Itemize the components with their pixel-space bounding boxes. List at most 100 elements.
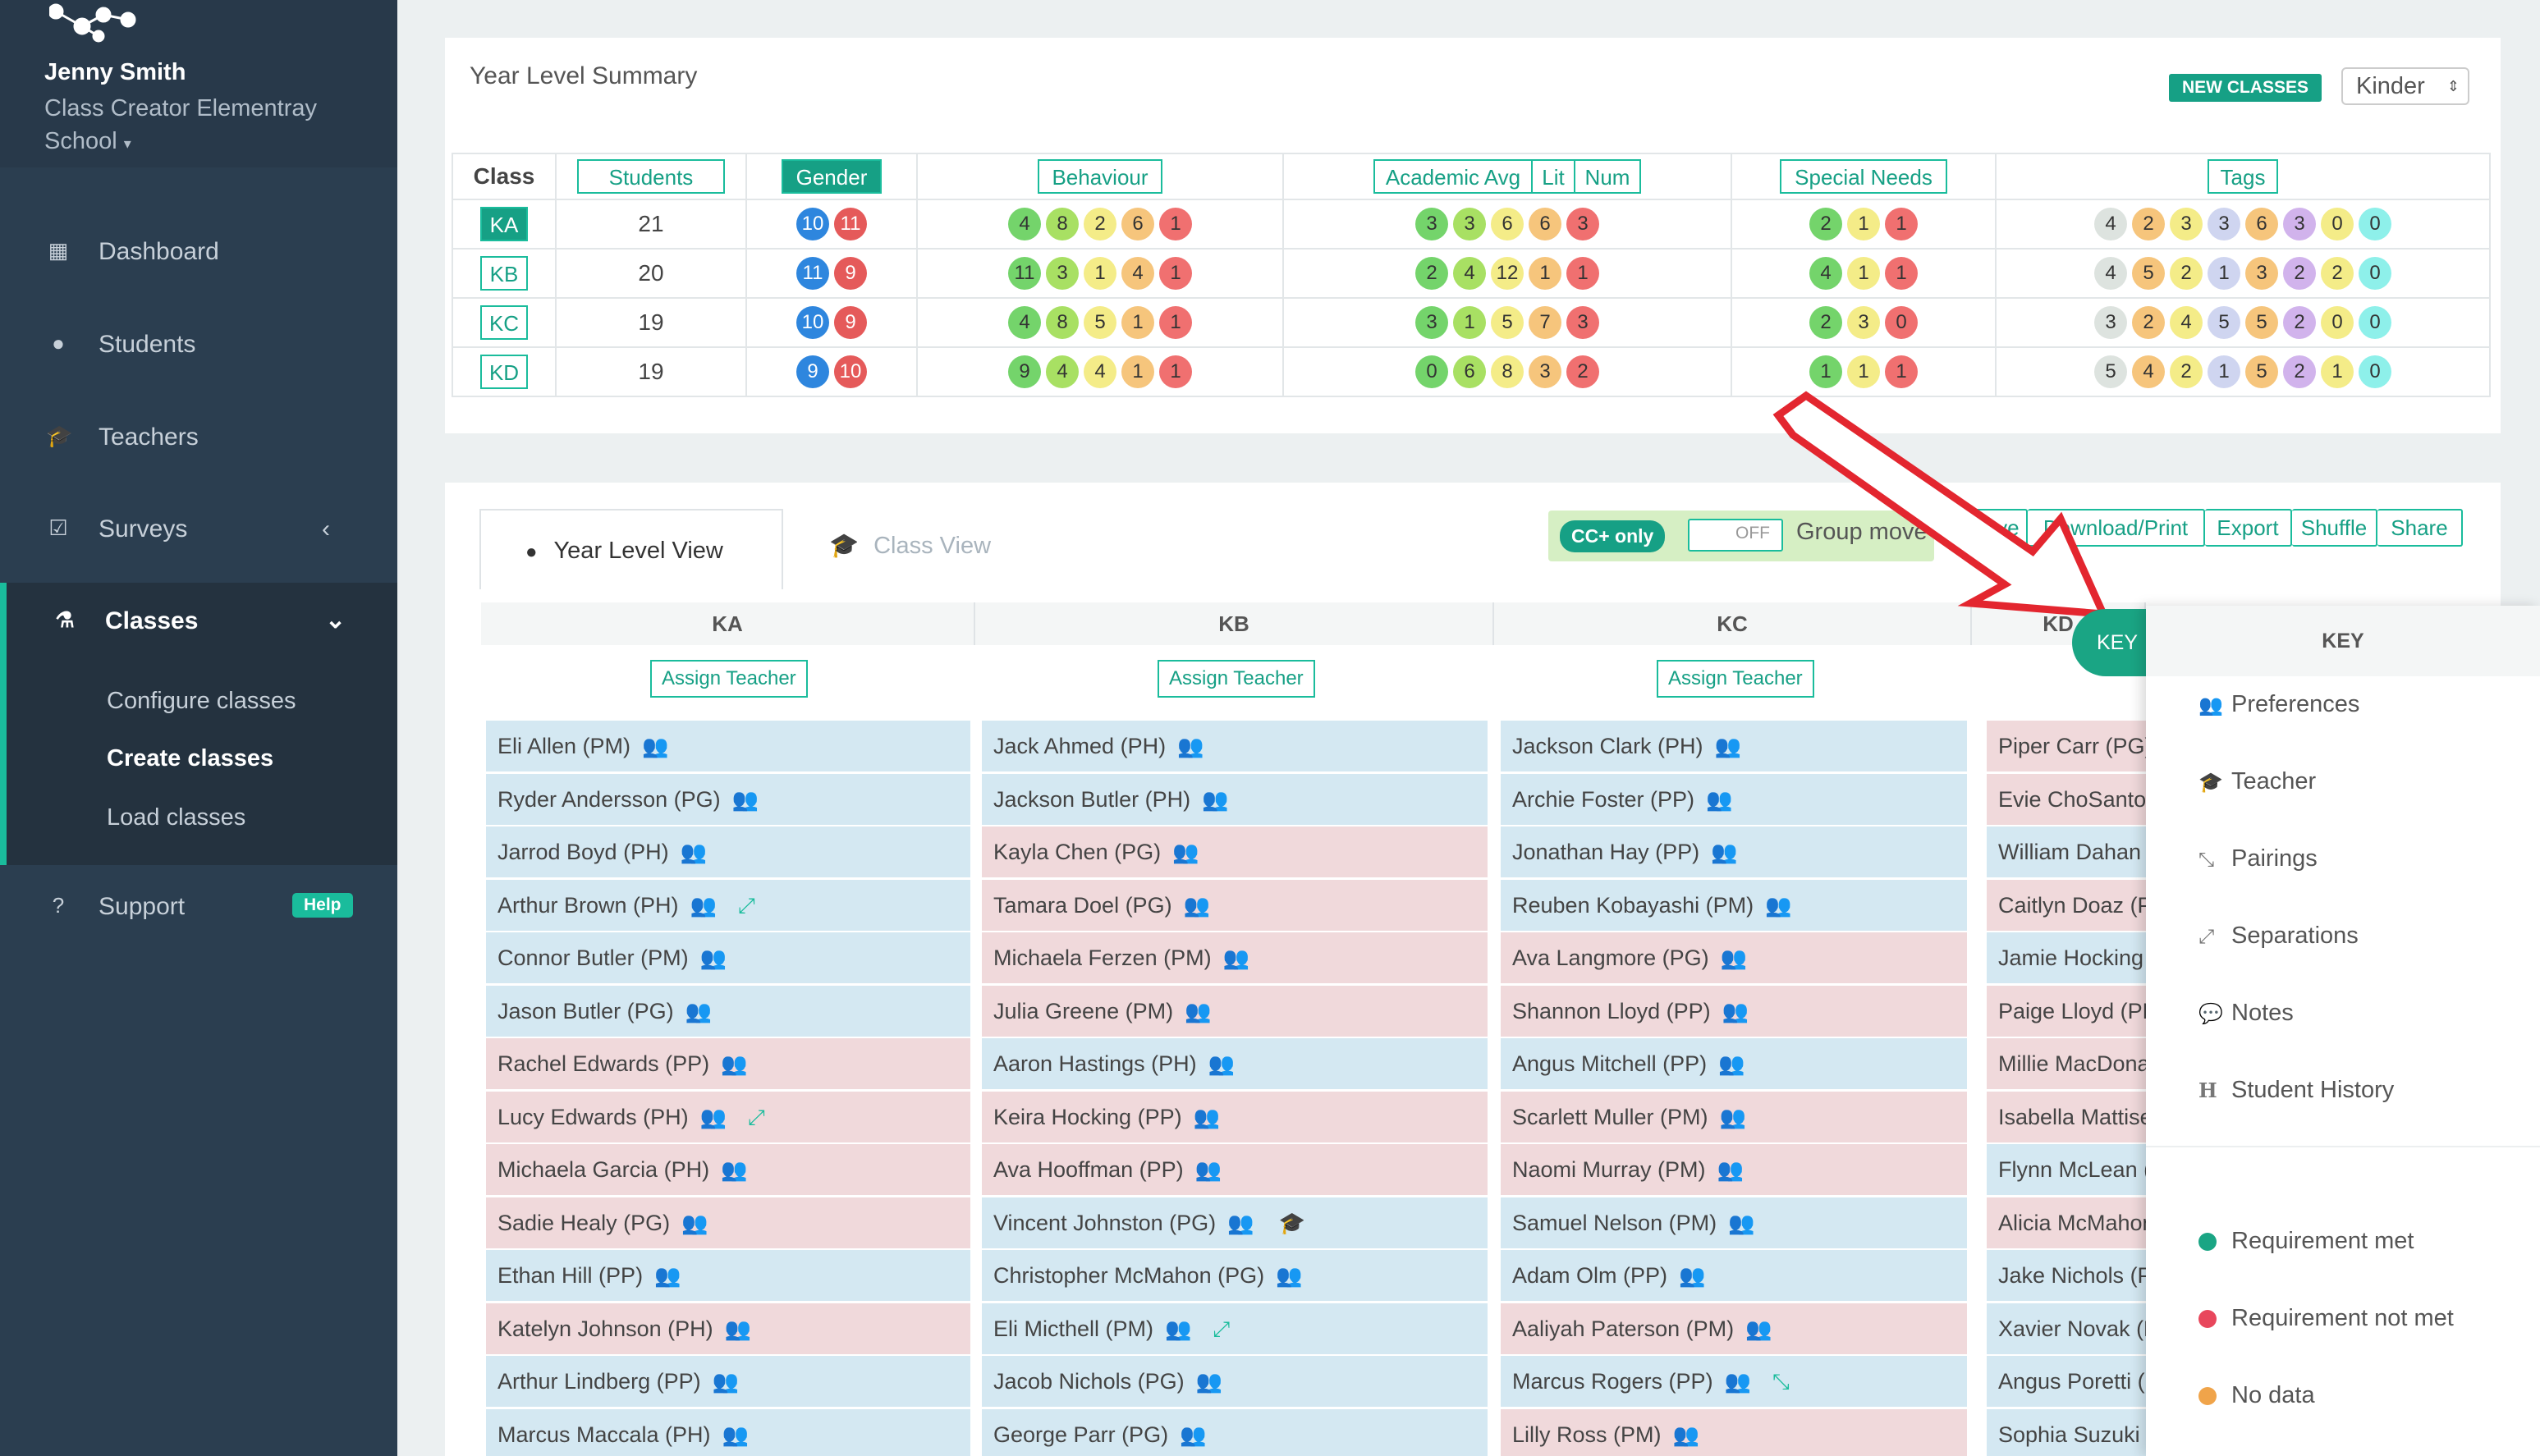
nav-surveys[interactable]: ☑ Surveys ‹ — [0, 515, 397, 556]
preferences-icon[interactable]: 👥 — [1673, 1422, 1699, 1447]
student-card[interactable]: Aaron Hastings (PH) 👥 — [982, 1038, 1488, 1089]
assign-teacher-button-kc[interactable]: Assign Teacher — [1657, 660, 1814, 698]
student-card[interactable]: Jonathan Hay (PP) 👥 — [1501, 826, 1967, 877]
preferences-icon[interactable]: 👥 — [700, 1105, 727, 1129]
share-button[interactable]: Share — [2377, 509, 2463, 547]
student-card[interactable]: Jacob Nichols (PG) 👥 — [982, 1356, 1488, 1407]
student-card[interactable]: Paige Lloyd (PH) — [1987, 985, 2146, 1037]
student-card[interactable]: Marcus Maccala (PH) 👥 — [486, 1408, 970, 1456]
student-card[interactable]: Adam Olm (PP) 👥 — [1501, 1250, 1967, 1301]
student-card[interactable]: Aaliyah Paterson (PM) 👥 — [1501, 1303, 1967, 1354]
student-card[interactable]: Sadie Healy (PG) 👥 — [486, 1197, 970, 1248]
student-card[interactable]: Naomi Murray (PM) 👥 — [1501, 1144, 1967, 1195]
student-card[interactable]: Jason Butler (PG) 👥 — [486, 985, 970, 1037]
preferences-icon[interactable]: 👥 — [1721, 945, 1747, 970]
header-gender-button[interactable]: Gender — [782, 159, 882, 194]
student-card[interactable]: Jackson Butler (PH) 👥 — [982, 773, 1488, 825]
header-num-button[interactable]: Num — [1575, 159, 1641, 194]
student-card[interactable]: Flynn McLean (P — [1987, 1144, 2146, 1195]
student-card[interactable]: Xavier Novak (PI — [1987, 1303, 2146, 1354]
preferences-icon[interactable]: 👥 — [1194, 1105, 1220, 1129]
preferences-icon[interactable]: 👥 — [642, 734, 668, 758]
preferences-icon[interactable]: 👥 — [685, 999, 712, 1023]
student-card[interactable]: George Parr (PG) 👥 — [982, 1408, 1488, 1456]
preferences-icon[interactable]: 👥 — [713, 1369, 739, 1394]
tab-class-view[interactable]: 🎓 Class View — [829, 525, 991, 566]
preferences-icon[interactable]: 👥 — [1196, 1369, 1222, 1394]
student-card[interactable]: Ava Hooffman (PP) 👥 — [982, 1144, 1488, 1195]
header-behaviour-button[interactable]: Behaviour — [1038, 159, 1162, 194]
student-card[interactable]: Tamara Doel (PG) 👥 — [982, 879, 1488, 931]
cc-only-badge[interactable]: CC+ only — [1560, 520, 1666, 552]
preferences-icon[interactable]: 👥 — [725, 1316, 751, 1341]
student-card[interactable]: Shannon Lloyd (PP) 👥 — [1501, 985, 1967, 1037]
tab-year-level-view[interactable]: ● Year Level View — [479, 509, 783, 589]
nav-classes[interactable]: ⚗ Classes ⌄ Configure classes Create clas… — [0, 583, 397, 865]
preferences-icon[interactable]: 👥 — [700, 945, 727, 970]
student-card[interactable]: Katelyn Johnson (PH) 👥 — [486, 1303, 970, 1354]
teacher-icon[interactable]: 🎓 — [1279, 1211, 1305, 1235]
student-card[interactable]: Michaela Ferzen (PM) 👥 — [982, 932, 1488, 983]
preferences-icon[interactable]: 👥 — [1706, 787, 1732, 812]
student-card[interactable]: Michaela Garcia (PH) 👥 — [486, 1144, 970, 1195]
download-print-button[interactable]: Download/Print — [2028, 509, 2205, 547]
group-move-toggle[interactable]: OFF — [1688, 519, 1783, 552]
header-tags-button[interactable]: Tags — [2208, 159, 2278, 194]
student-card[interactable]: Angus Mitchell (PP) 👥 — [1501, 1038, 1967, 1089]
year-select[interactable]: Kinder ⇕ — [2341, 67, 2469, 105]
sub-create-classes[interactable]: Create classes — [107, 745, 273, 772]
sub-load-classes[interactable]: Load classes — [107, 804, 245, 831]
preferences-icon[interactable]: 👥 — [681, 840, 707, 864]
student-card[interactable]: Scarlett Muller (PM) 👥 — [1501, 1091, 1967, 1142]
class-kc-button[interactable]: KC — [480, 305, 528, 340]
separations-icon[interactable]: ⤢ — [738, 893, 755, 918]
preferences-icon[interactable]: 👥 — [732, 787, 759, 812]
nav-teachers[interactable]: 🎓 Teachers — [0, 424, 397, 465]
preferences-icon[interactable]: 👥 — [1185, 999, 1211, 1023]
student-card[interactable]: Reuben Kobayashi (PM) 👥 — [1501, 879, 1967, 931]
student-card[interactable]: Keira Hocking (PP) 👥 — [982, 1091, 1488, 1142]
student-card[interactable]: Jackson Clark (PH) 👥 — [1501, 721, 1967, 771]
preferences-icon[interactable]: 👥 — [1718, 1051, 1745, 1076]
student-card[interactable]: Connor Butler (PM) 👥 — [486, 932, 970, 983]
preferences-icon[interactable]: 👥 — [722, 1422, 749, 1447]
preferences-icon[interactable]: 👥 — [1202, 787, 1228, 812]
student-card[interactable]: Lilly Ross (PM) 👥 — [1501, 1408, 1967, 1456]
preferences-icon[interactable]: 👥 — [1679, 1263, 1705, 1288]
student-card[interactable]: Jake Nichols (PH — [1987, 1250, 2146, 1301]
preferences-icon[interactable]: 👥 — [1227, 1211, 1254, 1235]
student-card[interactable]: Marcus Rogers (PP) 👥 ⤡ — [1501, 1356, 1967, 1407]
preferences-icon[interactable]: 👥 — [1765, 893, 1791, 918]
student-card[interactable]: Sophia Suzuki (P — [1987, 1408, 2146, 1456]
student-card[interactable]: Samuel Nelson (PM) 👥 — [1501, 1197, 1967, 1248]
student-card[interactable]: Julia Greene (PM) 👥 — [982, 985, 1488, 1037]
nav-support[interactable]: ? Support Help — [0, 893, 397, 934]
preferences-icon[interactable]: 👥 — [1177, 734, 1204, 758]
preferences-icon[interactable]: 👥 — [1184, 893, 1210, 918]
preferences-icon[interactable]: 👥 — [1728, 1211, 1754, 1235]
save-button[interactable]: Save — [1962, 509, 2028, 547]
student-card[interactable]: Piper Carr (PG) — [1987, 721, 2146, 771]
student-card[interactable]: Rachel Edwards (PP) 👥 — [486, 1038, 970, 1089]
student-card[interactable]: Ava Langmore (PG) 👥 — [1501, 932, 1967, 983]
student-card[interactable]: Isabella Mattise — [1987, 1091, 2146, 1142]
preferences-icon[interactable]: 👥 — [1711, 840, 1737, 864]
class-ka-button[interactable]: KA — [480, 207, 528, 241]
student-card[interactable]: Alicia McMahon — [1987, 1197, 2146, 1248]
class-kd-button[interactable]: KD — [480, 355, 528, 389]
preferences-icon[interactable]: 👥 — [1725, 1369, 1751, 1394]
preferences-icon[interactable]: 👥 — [1745, 1316, 1772, 1341]
student-card[interactable]: Arthur Lindberg (PP) 👥 — [486, 1356, 970, 1407]
preferences-icon[interactable]: 👥 — [1715, 734, 1741, 758]
sub-configure-classes[interactable]: Configure classes — [107, 688, 296, 715]
student-card[interactable]: Evie ChoSantos — [1987, 773, 2146, 825]
student-card[interactable]: Angus Poretti (P — [1987, 1356, 2146, 1407]
student-card[interactable]: William Dahan ( — [1987, 826, 2146, 877]
preferences-icon[interactable]: 👥 — [1195, 1157, 1222, 1182]
student-card[interactable]: Arthur Brown (PH) 👥 ⤢ — [486, 879, 970, 931]
assign-teacher-button-ka[interactable]: Assign Teacher — [650, 660, 808, 698]
preferences-icon[interactable]: 👥 — [681, 1211, 708, 1235]
header-special-needs-button[interactable]: Special Needs — [1780, 159, 1947, 194]
export-button[interactable]: Export — [2205, 509, 2292, 547]
student-card[interactable]: Jamie Hocking (F — [1987, 932, 2146, 983]
